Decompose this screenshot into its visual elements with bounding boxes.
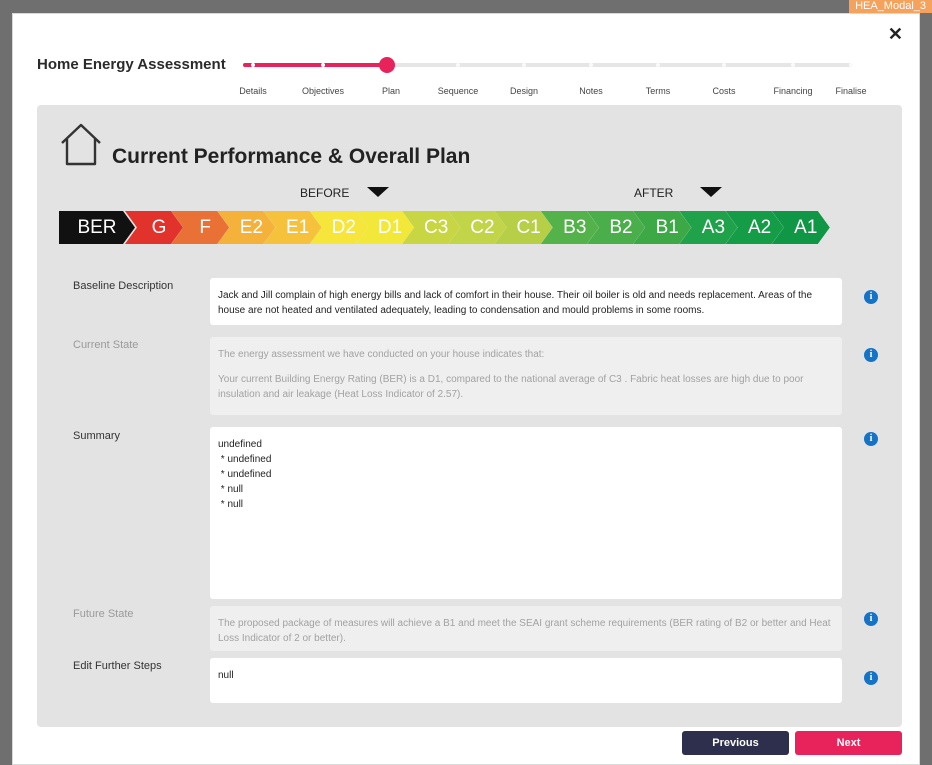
house-icon	[61, 123, 101, 166]
stepper-dot	[456, 63, 460, 67]
stepper-dot	[589, 63, 593, 67]
info-icon[interactable]: i	[864, 290, 878, 304]
next-button[interactable]: Next	[795, 731, 902, 755]
info-icon[interactable]: i	[864, 432, 878, 446]
summary-line: * null	[218, 484, 244, 495]
step-design[interactable]: Design	[510, 86, 538, 96]
previous-button[interactable]: Previous	[682, 731, 789, 755]
modal-tag: HEA_Modal_3	[849, 0, 932, 13]
further-steps-field[interactable]: null	[210, 658, 842, 703]
after-marker-arrow	[700, 187, 722, 197]
step-plan[interactable]: Plan	[382, 86, 400, 96]
step-financing[interactable]: Financing	[773, 86, 812, 96]
summary-label: Summary	[73, 430, 121, 442]
step-notes[interactable]: Notes	[579, 86, 603, 96]
summary-line: * undefined	[218, 454, 272, 465]
stepper-dot	[791, 63, 795, 67]
summary-line: * undefined	[218, 469, 272, 480]
content-panel: Current Performance & Overall Plan BEFOR…	[37, 105, 902, 727]
ber-chevron-ber: BER	[59, 211, 135, 244]
modal-title: Home Energy Assessment	[37, 56, 226, 73]
before-marker-arrow	[367, 187, 389, 197]
future-state-label: Future State	[73, 608, 134, 620]
stepper-dot	[321, 63, 325, 67]
after-label: AFTER	[634, 186, 674, 200]
step-finalise[interactable]: Finalise	[835, 86, 866, 96]
summary-line: undefined	[218, 439, 262, 450]
further-steps-label: Edit Further Steps	[73, 660, 162, 672]
future-state-field: The proposed package of measures will ac…	[210, 606, 842, 651]
step-sequence[interactable]: Sequence	[438, 86, 479, 96]
current-state-detail: Your current Building Energy Rating (BER…	[218, 374, 804, 400]
stepper-current-knob[interactable]	[379, 57, 395, 73]
summary-field[interactable]: undefined * undefined * undefined * null…	[210, 427, 842, 599]
stepper-dot	[656, 63, 660, 67]
step-terms[interactable]: Terms	[646, 86, 671, 96]
stepper-progress-fill	[243, 63, 387, 67]
stepper-dot	[251, 63, 255, 67]
step-costs[interactable]: Costs	[712, 86, 735, 96]
current-state-intro: The energy assessment we have conducted …	[218, 349, 545, 360]
current-state-label: Current State	[73, 339, 139, 351]
assessment-modal: ✕ Home Energy Assessment Details Objectiv…	[12, 13, 920, 765]
summary-line: * null	[218, 499, 244, 510]
close-icon[interactable]: ✕	[888, 24, 903, 45]
section-heading: Current Performance & Overall Plan	[112, 145, 471, 168]
ber-rating-scale: BER G F E2 E1 D2 D1 C3 C2 C1 B3 B2 B1 A3 A2 A1	[59, 211, 869, 244]
progress-stepper: Details Objectives Plan Sequence Design Notes…	[237, 57, 867, 98]
info-icon[interactable]: i	[864, 612, 878, 626]
current-state-field: The energy assessment we have conducted …	[210, 337, 842, 415]
baseline-description-field[interactable]: Jack and Jill complain of high energy bi…	[210, 278, 842, 325]
before-label: BEFORE	[300, 186, 350, 200]
step-objectives[interactable]: Objectives	[302, 86, 344, 96]
stepper-dot	[522, 63, 526, 67]
step-details[interactable]: Details	[239, 86, 267, 96]
info-icon[interactable]: i	[864, 348, 878, 362]
stepper-dot	[722, 63, 726, 67]
info-icon[interactable]: i	[864, 671, 878, 685]
stepper-dot	[849, 63, 853, 67]
baseline-description-label: Baseline Description	[73, 280, 174, 292]
